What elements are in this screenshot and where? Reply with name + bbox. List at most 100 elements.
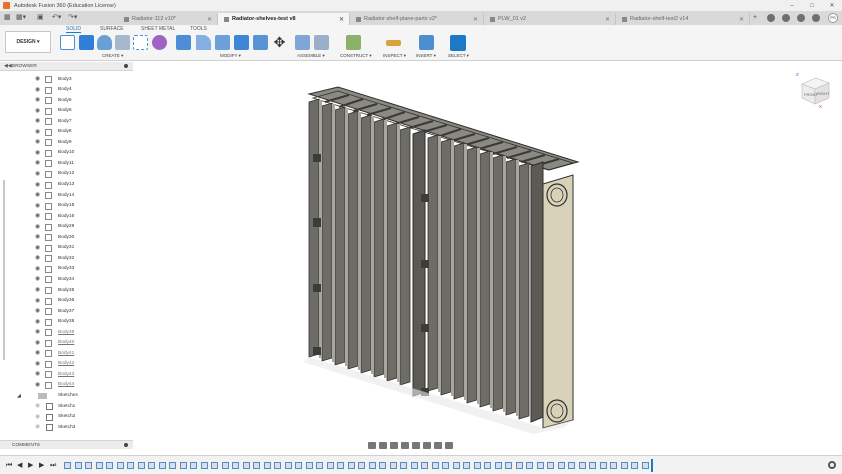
measure-icon[interactable]: [386, 40, 401, 46]
visibility-eye-icon[interactable]: ◉: [35, 266, 42, 272]
timeline-feature-icon[interactable]: [358, 462, 365, 469]
visibility-eye-icon[interactable]: ◉: [35, 255, 42, 261]
timeline-feature-icon[interactable]: [116, 462, 124, 469]
app-grid-icon[interactable]: ▦: [4, 14, 12, 22]
timeline-feature-icon[interactable]: [484, 462, 491, 469]
visibility-eye-icon[interactable]: ◉: [35, 414, 42, 420]
browser-item-body[interactable]: ◉ Body3: [0, 74, 133, 84]
timeline-feature-icon[interactable]: [536, 462, 544, 469]
file-menu-icon[interactable]: ▦▾: [16, 13, 26, 23]
timeline-feature-icon[interactable]: [631, 462, 638, 469]
undo-icon[interactable]: ↶▾: [52, 13, 61, 23]
timeline-feature-icon[interactable]: [368, 462, 376, 469]
timeline-feature-icon[interactable]: [505, 462, 512, 469]
revolve-icon[interactable]: [97, 35, 112, 50]
timeline-feature-icon[interactable]: [326, 462, 334, 469]
fillet-icon[interactable]: [196, 35, 211, 50]
create-sketch-icon[interactable]: [60, 35, 75, 50]
browser-item-body[interactable]: ◉ Body32: [0, 253, 133, 263]
browser-item-body[interactable]: ◉ Body14: [0, 190, 133, 200]
close-tab-icon[interactable]: ✕: [207, 16, 212, 23]
timeline-feature-icon[interactable]: [610, 462, 617, 469]
shell-icon[interactable]: [215, 35, 230, 50]
timeline-feature-icon[interactable]: [442, 462, 449, 469]
visibility-eye-icon[interactable]: ◉: [35, 361, 42, 367]
browser-folder-sketches[interactable]: ◢ Sketches: [0, 391, 133, 401]
visibility-eye-icon[interactable]: ◉: [35, 371, 42, 377]
timeline-feature-icon[interactable]: [190, 462, 197, 469]
visibility-eye-icon[interactable]: ◉: [35, 213, 42, 219]
create-menu[interactable]: CREATE ▾: [102, 53, 123, 59]
insert-menu[interactable]: INSERT ▾: [416, 53, 436, 59]
timeline-feature-icon[interactable]: [515, 462, 523, 469]
timeline-feature-icon[interactable]: [347, 462, 355, 469]
expand-caret-icon[interactable]: ◢: [17, 393, 21, 399]
comments-pin-icon[interactable]: [124, 443, 128, 447]
look-at-icon[interactable]: [379, 441, 387, 449]
visibility-eye-icon[interactable]: ◉: [35, 87, 42, 93]
close-tab-icon[interactable]: ✕: [605, 16, 610, 23]
timeline-feature-icon[interactable]: [337, 462, 344, 469]
timeline-feature-icon[interactable]: [463, 462, 470, 469]
visibility-eye-icon[interactable]: ◉: [35, 245, 42, 251]
timeline-feature-icon[interactable]: [473, 462, 481, 469]
timeline-feature-icon[interactable]: [95, 462, 103, 469]
viewcube[interactable]: FRONT RIGHT Z X: [796, 72, 832, 109]
tab-tools[interactable]: TOOLS: [190, 26, 207, 32]
tab-radiator-shelf-test2[interactable]: Radiator-shelf-test2 v14 ✕: [616, 13, 750, 25]
timeline-feature-icon[interactable]: [641, 462, 649, 469]
modify-menu[interactable]: MODIFY ▾: [220, 53, 241, 59]
step-back-icon[interactable]: ◀: [17, 462, 24, 469]
timeline-feature-icon[interactable]: [232, 462, 239, 469]
browser-item-body[interactable]: ◉ Body9: [0, 137, 133, 147]
job-status-icon[interactable]: [782, 14, 790, 22]
timeline-feature-icon[interactable]: [106, 462, 113, 469]
browser-item-sketch[interactable]: ◉ Sketch3: [0, 422, 133, 432]
timeline-feature-icon[interactable]: [211, 462, 218, 469]
browser-item-body[interactable]: ◉ Body42: [0, 359, 133, 369]
tab-radiator-shelves-test[interactable]: Radiator-shelves-test v8 ✕: [218, 13, 350, 25]
split-body-icon[interactable]: [253, 35, 268, 50]
timeline-feature-icon[interactable]: [305, 462, 313, 469]
timeline-feature-icon[interactable]: [127, 462, 134, 469]
visibility-eye-icon[interactable]: ◉: [35, 340, 42, 346]
visibility-eye-icon[interactable]: ◉: [35, 382, 42, 388]
visibility-eye-icon[interactable]: ◉: [35, 108, 42, 114]
timeline-feature-icon[interactable]: [148, 462, 155, 469]
visibility-eye-icon[interactable]: ◉: [35, 139, 42, 145]
browser-item-body[interactable]: ◉ Body43: [0, 369, 133, 379]
help-icon[interactable]: [812, 14, 820, 22]
visibility-eye-icon[interactable]: ◉: [35, 350, 42, 356]
browser-item-body[interactable]: ◉ Body4: [0, 85, 133, 95]
workspace-switcher-button[interactable]: DESIGN ▾: [5, 31, 51, 53]
new-component-icon[interactable]: [295, 35, 310, 50]
close-window-icon[interactable]: ✕: [822, 0, 842, 11]
browser-item-body[interactable]: ◉ Body41: [0, 348, 133, 358]
timeline-feature-icon[interactable]: [295, 462, 302, 469]
timeline-feature-icon[interactable]: [284, 462, 292, 469]
notifications-icon[interactable]: [797, 14, 805, 22]
browser-item-body[interactable]: ◉ Body11: [0, 158, 133, 168]
tab-radiator-shelf-plane-parts[interactable]: Radiator-shelf-plane-parts v2* ✕: [350, 13, 484, 25]
timeline-feature-icon[interactable]: [389, 462, 397, 469]
close-tab-icon[interactable]: ✕: [473, 16, 478, 23]
browser-item-body[interactable]: ◉ Body29: [0, 222, 133, 232]
visibility-eye-icon[interactable]: ◉: [35, 276, 42, 282]
timeline-feature-icon[interactable]: [400, 462, 407, 469]
timeline-settings-icon[interactable]: [828, 461, 836, 469]
timeline-feature-icon[interactable]: [452, 462, 460, 469]
timeline-feature-icon[interactable]: [137, 462, 145, 469]
timeline-feature-icon[interactable]: [578, 462, 586, 469]
visibility-eye-icon[interactable]: ◉: [35, 171, 42, 177]
timeline-feature-icon[interactable]: [589, 462, 596, 469]
display-settings-icon[interactable]: [423, 441, 431, 449]
visibility-eye-icon[interactable]: ◉: [35, 129, 42, 135]
timeline-feature-icon[interactable]: [410, 462, 418, 469]
timeline-feature-icon[interactable]: [494, 462, 502, 469]
go-to-start-icon[interactable]: ⏮: [6, 462, 13, 469]
browser-item-body[interactable]: ◉ Body36: [0, 296, 133, 306]
maximize-icon[interactable]: □: [802, 0, 822, 11]
orbit-icon[interactable]: [368, 441, 376, 449]
timeline-feature-icon[interactable]: [64, 462, 71, 469]
timeline-feature-icon[interactable]: [74, 462, 82, 469]
